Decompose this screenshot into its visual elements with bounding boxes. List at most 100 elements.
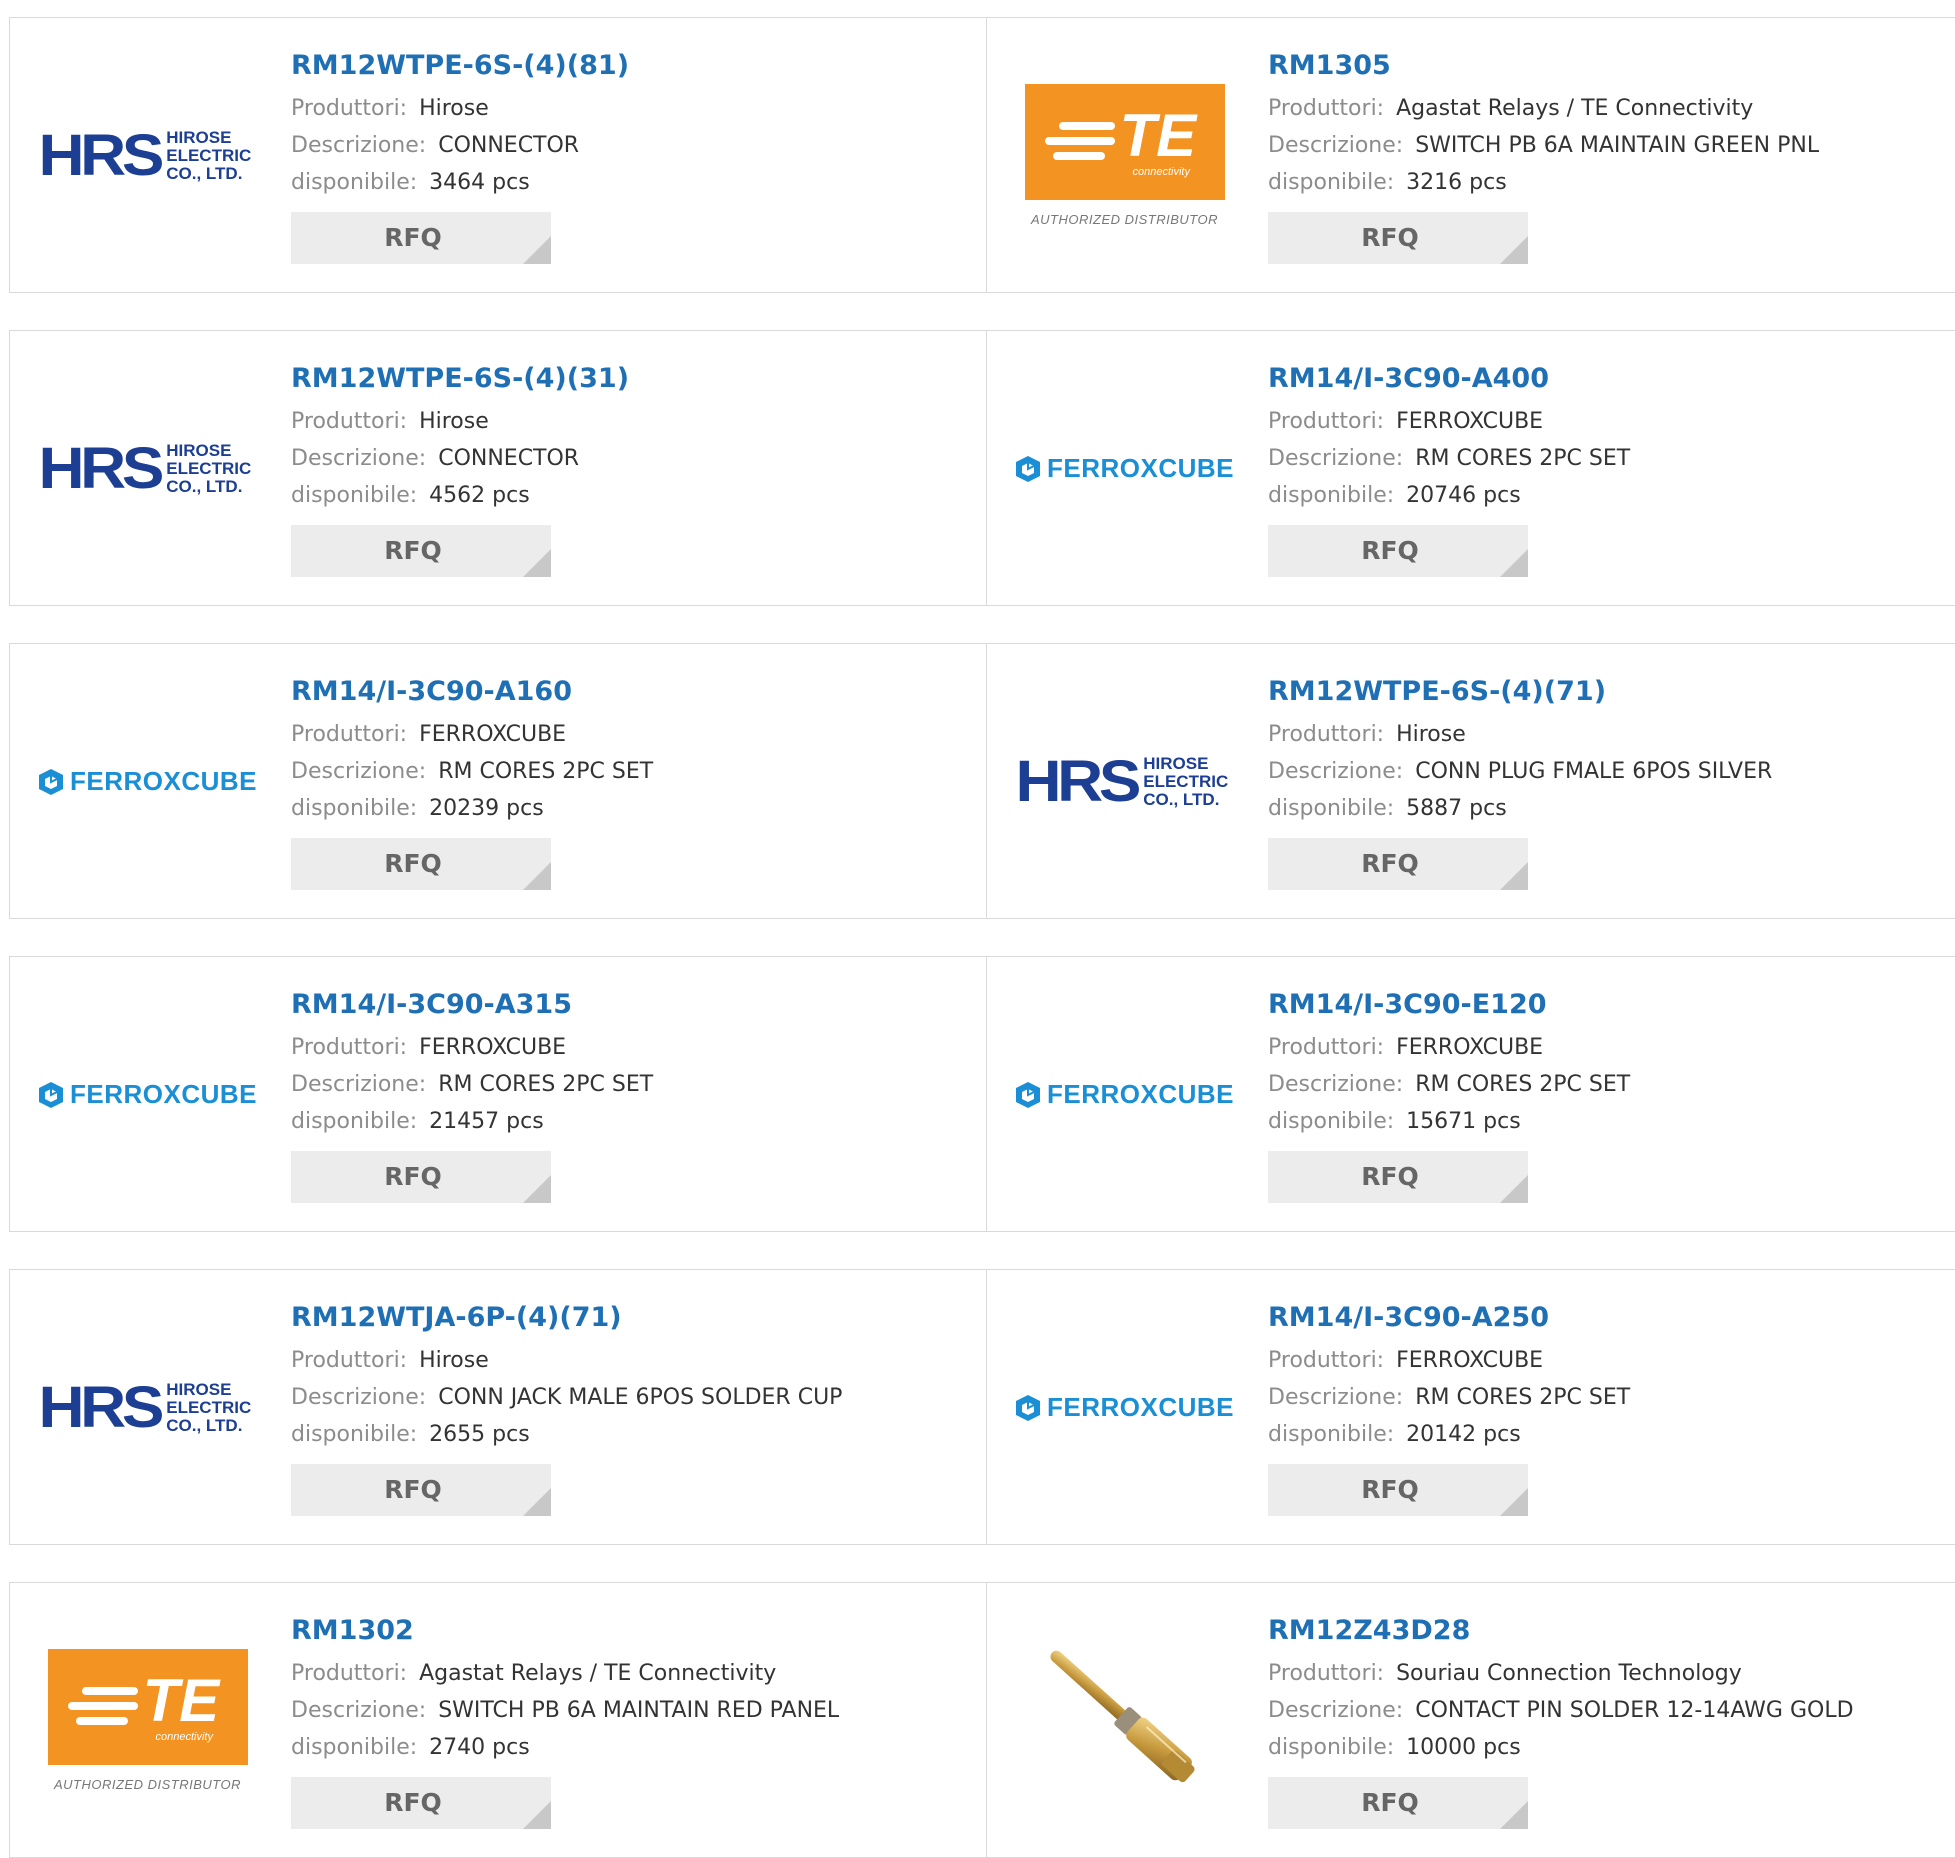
producer-row: Produttori: FERROXCUBE [291,1029,971,1066]
rfq-button[interactable]: RFQ [1268,1151,1528,1203]
hirose-logo-line3: CO., LTD. [166,476,243,496]
producer-label: Produttori: [1268,722,1385,747]
ferroxcube-cube-icon [1016,455,1040,482]
part-number-link[interactable]: RM12WTJA-6P-(4)(71) [291,1298,971,1338]
te-logo-letters: TE [142,1667,220,1734]
rfq-button[interactable]: RFQ [291,1777,551,1829]
rfq-label: RFQ [1361,1788,1419,1817]
manufacturer-logo[interactable] [1022,1633,1227,1808]
producer-label: Produttori: [1268,96,1385,121]
product-row: FERROXCUBE RM14/I-3C90-A315 Produttori: F… [9,956,1955,1232]
part-number-link[interactable]: RM1305 [1268,46,1948,86]
description-row: Descrizione: CONNECTOR [291,440,971,477]
product-info: RM1302 Produttori: Agastat Relays / TE Co… [291,1611,971,1829]
rfq-button[interactable]: RFQ [291,525,551,577]
rfq-label: RFQ [384,1162,442,1191]
producer-row: Produttori: Souriau Connection Technology [1268,1655,1948,1692]
rfq-button[interactable]: RFQ [291,838,551,890]
availability-row: disponibile: 20239 pcs [291,790,971,827]
manufacturer-logo[interactable]: FERROXCUBE [39,694,257,869]
product-card: FERROXCUBE RM14/I-3C90-E120 Produttori: F… [987,957,1955,1231]
product-card: HRS HIROSE ELECTRIC CO., LTD. RM12WTPE-6S-(… [987,644,1955,918]
part-number-link[interactable]: RM14/I-3C90-A315 [291,985,971,1025]
corner-triangle-icon [523,549,551,577]
ferroxcube-logo: FERROXCUBE [1015,1079,1234,1110]
manufacturer-logo[interactable]: FERROXCUBE [1016,381,1234,556]
part-number-link[interactable]: RM12WTPE-6S-(4)(81) [291,46,971,86]
availability-label: disponibile: [291,1735,418,1760]
product-info: RM1305 Produttori: Agastat Relays / TE Co… [1268,46,1948,264]
part-number-link[interactable]: RM14/I-3C90-E120 [1268,985,1948,1025]
availability-value: 10000 pcs [1406,1735,1521,1760]
description-value: CONNECTOR [438,133,580,158]
part-number-link[interactable]: RM14/I-3C90-A250 [1268,1298,1948,1338]
rfq-label: RFQ [1361,536,1419,565]
producer-row: Produttori: Hirose [291,90,971,127]
manufacturer-logo[interactable]: FERROXCUBE [1016,1007,1234,1182]
rfq-button[interactable]: RFQ [1268,838,1528,890]
hirose-logo-mark: HRS [38,1375,164,1440]
manufacturer-logo[interactable]: TE connectivity AUTHORIZED DISTRIBUTOR [1022,68,1227,243]
rfq-label: RFQ [1361,1475,1419,1504]
corner-triangle-icon [1500,236,1528,264]
producer-label: Produttori: [291,96,408,121]
description-row: Descrizione: RM CORES 2PC SET [291,1066,971,1103]
availability-label: disponibile: [291,1422,418,1447]
rfq-button[interactable]: RFQ [1268,525,1528,577]
part-number-link[interactable]: RM1302 [291,1611,971,1651]
availability-label: disponibile: [291,483,418,508]
product-info: RM12Z43D28 Produttori: Souriau Connection… [1268,1611,1948,1829]
rfq-button[interactable]: RFQ [1268,1464,1528,1516]
producer-value: Hirose [419,409,489,434]
producer-row: Produttori: FERROXCUBE [1268,403,1948,440]
part-number-link[interactable]: RM14/I-3C90-A160 [291,672,971,712]
product-info: RM12WTPE-6S-(4)(31) Produttori: Hirose De… [291,359,971,577]
availability-row: disponibile: 2655 pcs [291,1416,971,1453]
availability-value: 5887 pcs [1406,796,1507,821]
authorized-distributor-text: AUTHORIZED DISTRIBUTOR [1031,212,1218,227]
rfq-button[interactable]: RFQ [1268,212,1528,264]
availability-value: 2740 pcs [429,1735,530,1760]
availability-value: 20239 pcs [429,796,544,821]
description-label: Descrizione: [1268,1385,1404,1410]
producer-label: Produttori: [291,722,408,747]
description-label: Descrizione: [291,1385,427,1410]
producer-value: Agastat Relays / TE Connectivity [419,1661,777,1686]
description-row: Descrizione: RM CORES 2PC SET [291,753,971,790]
producer-label: Produttori: [1268,409,1385,434]
availability-row: disponibile: 3216 pcs [1268,164,1948,201]
availability-value: 3216 pcs [1406,170,1507,195]
manufacturer-logo[interactable]: HRS HIROSE ELECTRIC CO., LTD. [38,1320,251,1495]
rfq-button[interactable]: RFQ [291,212,551,264]
product-card: HRS HIROSE ELECTRIC CO., LTD. RM12WTPE-6S-(… [10,331,987,605]
hirose-logo-line1: HIROSE [166,127,232,147]
hirose-logo-line1: HIROSE [166,1379,232,1399]
rfq-button[interactable]: RFQ [291,1464,551,1516]
ferroxcube-cube-icon [1016,1394,1040,1421]
part-number-link[interactable]: RM12WTPE-6S-(4)(31) [291,359,971,399]
description-row: Descrizione: SWITCH PB 6A MAINTAIN RED PA… [291,1692,971,1729]
description-label: Descrizione: [291,446,427,471]
hirose-logo-line2: ELECTRIC [166,145,252,165]
te-logo-bars [1044,122,1115,167]
manufacturer-logo[interactable]: HRS HIROSE ELECTRIC CO., LTD. [1015,694,1228,869]
description-label: Descrizione: [291,133,427,158]
manufacturer-logo[interactable]: HRS HIROSE ELECTRIC CO., LTD. [38,68,252,243]
producer-value: FERROXCUBE [1396,1035,1544,1060]
part-number-link[interactable]: RM12WTPE-6S-(4)(71) [1268,672,1948,712]
manufacturer-logo[interactable]: HRS HIROSE ELECTRIC CO., LTD. [38,381,251,556]
ferroxcube-logo-text: FERROXCUBE [70,1079,258,1109]
producer-value: FERROXCUBE [1396,409,1544,434]
description-value: RM CORES 2PC SET [1415,446,1631,471]
product-info: RM12WTPE-6S-(4)(81) Produttori: Hirose De… [291,46,971,264]
rfq-button[interactable]: RFQ [291,1151,551,1203]
availability-value: 3464 pcs [429,170,530,195]
manufacturer-logo[interactable]: FERROXCUBE [1016,1320,1234,1495]
rfq-button[interactable]: RFQ [1268,1777,1528,1829]
producer-value: Agastat Relays / TE Connectivity [1396,96,1754,121]
manufacturer-logo[interactable]: FERROXCUBE [39,1007,257,1182]
part-number-link[interactable]: RM14/I-3C90-A400 [1268,359,1948,399]
part-number-link[interactable]: RM12Z43D28 [1268,1611,1948,1651]
corner-triangle-icon [523,1801,551,1829]
manufacturer-logo[interactable]: TE connectivity AUTHORIZED DISTRIBUTOR [45,1633,250,1808]
